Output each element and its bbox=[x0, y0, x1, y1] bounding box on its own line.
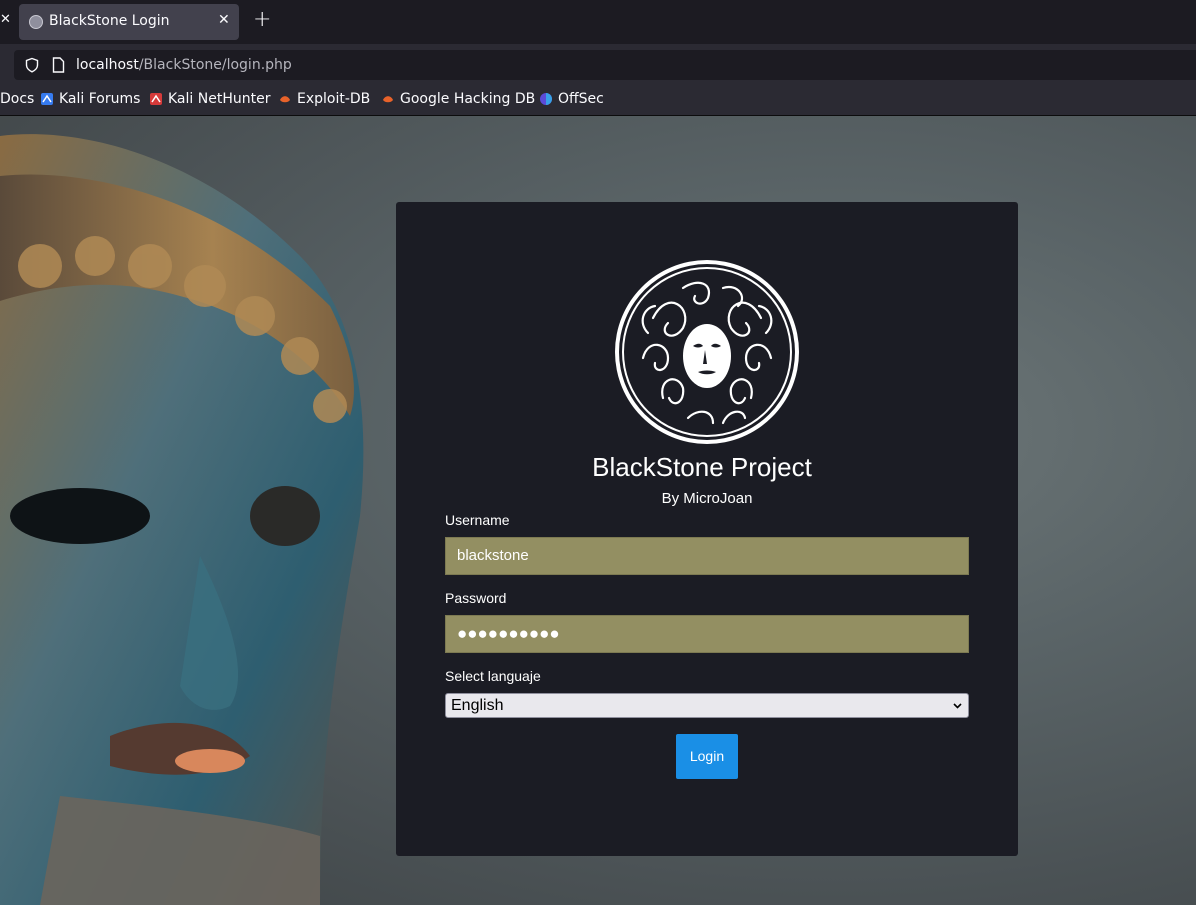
password-input[interactable]: ●●●●●●●●●● bbox=[445, 615, 969, 653]
tab-favicon-icon bbox=[29, 15, 43, 29]
bookmarks-toolbar: Docs Kali Forums Kali NetHunter Exploit-… bbox=[0, 84, 1196, 116]
bronze-statue-image bbox=[0, 134, 364, 905]
chevron-down-icon bbox=[953, 703, 962, 709]
language-select[interactable]: English bbox=[445, 693, 969, 718]
bookmark-kali-nethunter[interactable]: Kali NetHunter bbox=[149, 91, 270, 107]
bookmark-offsec[interactable]: OffSec bbox=[539, 91, 604, 107]
bookmark-exploit-db[interactable]: Exploit-DB bbox=[278, 91, 370, 107]
tab-close-icon[interactable]: ✕ bbox=[218, 12, 230, 28]
url-text[interactable]: localhost/BlackStone/login.php bbox=[76, 57, 292, 73]
new-tab-button[interactable]: + bbox=[253, 7, 271, 33]
shield-icon[interactable] bbox=[24, 57, 40, 73]
ghdb-icon bbox=[383, 96, 393, 103]
project-title: BlackStone Project bbox=[592, 452, 812, 482]
bookmark-google-hacking-db[interactable]: Google Hacking DB bbox=[381, 91, 535, 107]
username-label: Username bbox=[445, 512, 510, 528]
language-label: Select languaje bbox=[445, 668, 541, 684]
bookmark-kali-forums[interactable]: Kali Forums bbox=[40, 91, 140, 107]
tab-title: BlackStone Login bbox=[49, 13, 170, 29]
exploit-db-icon bbox=[280, 96, 290, 103]
url-bar[interactable]: localhost/BlackStone/login.php bbox=[14, 50, 1196, 80]
medusa-logo-icon bbox=[615, 260, 799, 444]
bookmark-docs[interactable]: Docs bbox=[0, 91, 34, 107]
password-label: Password bbox=[445, 590, 507, 606]
navigation-bar: localhost/BlackStone/login.php bbox=[0, 44, 1196, 84]
kali-nethunter-icon bbox=[150, 93, 162, 105]
language-selected-value: English bbox=[451, 697, 504, 714]
page-info-icon[interactable] bbox=[52, 57, 65, 73]
previous-tab-close-icon[interactable]: ✕ bbox=[0, 12, 11, 27]
page-content: BlackStone Project By MicroJoan Username… bbox=[0, 116, 1196, 905]
login-card: BlackStone Project By MicroJoan Username… bbox=[396, 202, 1018, 856]
author-byline: By MicroJoan bbox=[661, 490, 753, 507]
tab-blackstone-login[interactable]: BlackStone Login ✕ bbox=[19, 4, 239, 40]
login-button[interactable]: Login bbox=[676, 734, 738, 779]
tab-strip: ✕ BlackStone Login ✕ + bbox=[0, 0, 1196, 44]
kali-forums-icon bbox=[41, 93, 53, 105]
offsec-icon bbox=[540, 93, 552, 105]
username-input[interactable]: blackstone bbox=[445, 537, 969, 575]
